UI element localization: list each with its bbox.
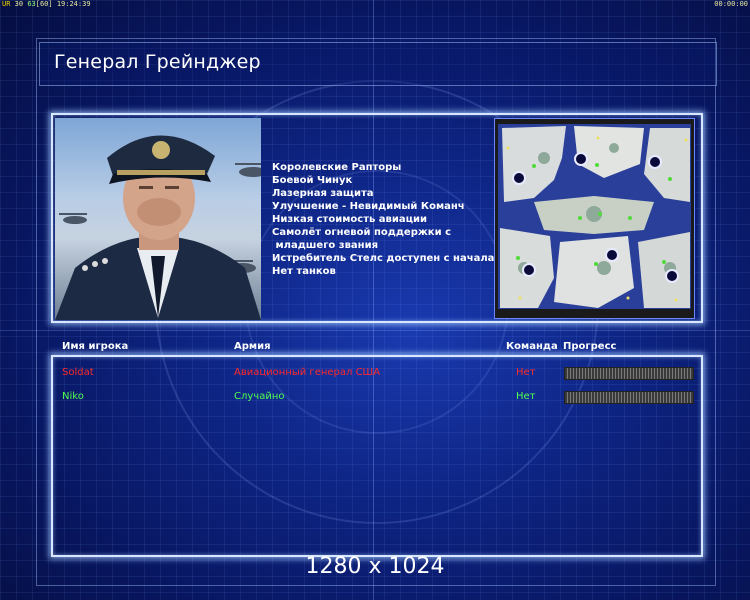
hud-value: 63 — [27, 0, 36, 8]
column-header-team: Команда — [506, 341, 558, 352]
perk-item: Истребитель Стелс доступен с начала — [272, 253, 495, 264]
perk-item: Королевские Рапторы — [272, 162, 402, 173]
column-header-army: Армия — [234, 341, 271, 352]
player-team: Нет — [516, 391, 536, 402]
perk-item: Самолёт огневой поддержки с — [272, 227, 452, 238]
perk-item: Боевой Чинук — [272, 175, 353, 186]
hud-left-stats: UR 30 63[60] 19:24:39 — [2, 0, 91, 8]
perk-item: Нет танков — [272, 266, 336, 277]
resolution-label: 1280 x 1024 — [305, 554, 445, 579]
player-progress-bar — [564, 391, 694, 404]
column-header-player-name: Имя игрока — [62, 341, 129, 352]
hud-bracket: [60] — [35, 0, 53, 8]
hud-clock: 19:24:39 — [56, 0, 91, 8]
hud-game-timer: 00:00:00 — [714, 0, 748, 8]
perk-item: младшего звания — [272, 240, 379, 251]
player-army: Случайно — [234, 391, 285, 402]
player-name: Niko — [62, 391, 84, 402]
player-army: Авиационный генерал США — [234, 367, 381, 378]
players-panel — [51, 355, 703, 557]
column-header-progress: Прогресс — [563, 341, 617, 352]
hud-bar: UR 30 63[60] 19:24:39 00:00:00 — [0, 0, 750, 10]
hud-prefix: UR — [2, 0, 11, 8]
general-perks-list: Королевские Рапторы Боевой Чинук Лазерна… — [272, 161, 494, 278]
minimap-image — [494, 118, 695, 319]
player-progress-bar — [564, 367, 694, 380]
page-title: Генерал Грейнджер — [54, 51, 261, 73]
perk-item: Улучшение - Невидимый Команч — [272, 201, 465, 212]
perk-item: Низкая стоимость авиации — [272, 214, 428, 225]
hud-fps: 30 — [14, 0, 24, 8]
player-name: Soldat — [62, 367, 94, 378]
player-team: Нет — [516, 367, 536, 378]
general-portrait-image — [55, 118, 261, 320]
perk-item: Лазерная защита — [272, 188, 374, 199]
